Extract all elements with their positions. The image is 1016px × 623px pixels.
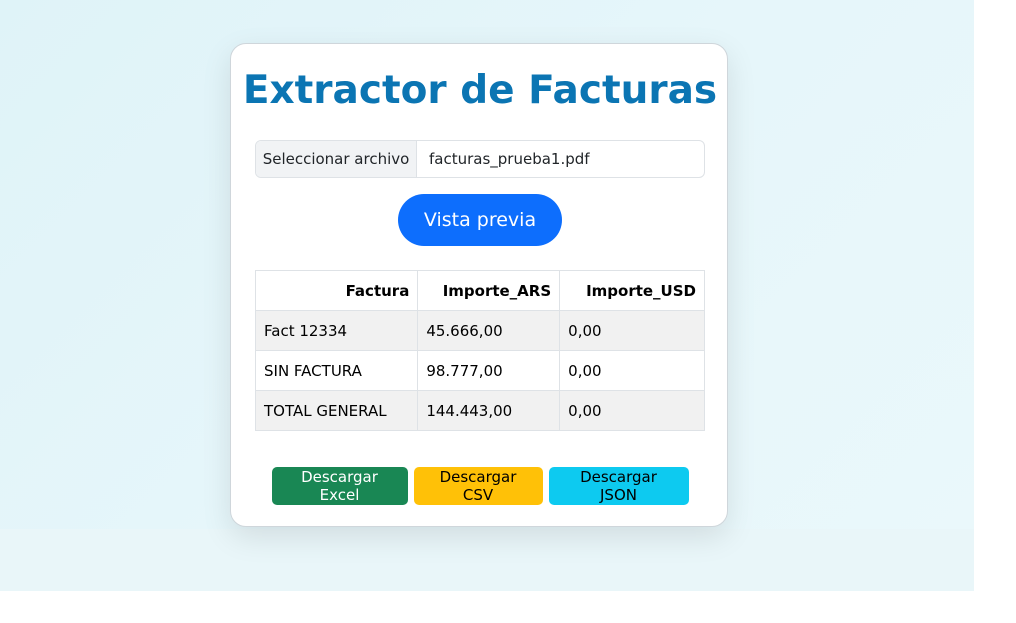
- table-row: SIN FACTURA 98.777,00 0,00: [254, 350, 705, 391]
- table-row-total: TOTAL GENERAL 144.443,00 0,00: [254, 390, 705, 431]
- preview-button[interactable]: Vista previa: [398, 194, 562, 246]
- table-header-row: Factura Importe_ARS Importe_USD: [254, 270, 705, 311]
- select-file-button[interactable]: Seleccionar archivo: [256, 141, 417, 177]
- selected-file-name: facturas_prueba1.pdf: [429, 150, 590, 168]
- download-csv-button[interactable]: Descargar CSV: [413, 467, 543, 505]
- cell-factura: TOTAL GENERAL: [254, 390, 419, 431]
- cell-factura: SIN FACTURA: [254, 350, 419, 391]
- download-actions: Descargar Excel Descargar CSV Descargar …: [231, 467, 729, 505]
- header-importe-usd: Importe_USD: [559, 270, 705, 311]
- table-row: Fact 12334 45.666,00 0,00: [254, 310, 705, 351]
- page-title: Extractor de Facturas: [242, 68, 718, 113]
- page-background-lower: [0, 529, 974, 591]
- cell-importe-usd: 0,00: [559, 310, 705, 351]
- cell-importe-ars: 45.666,00: [417, 310, 561, 351]
- header-importe-ars: Importe_ARS: [417, 270, 561, 311]
- file-input[interactable]: Seleccionar archivo facturas_prueba1.pdf: [255, 140, 705, 178]
- cell-importe-ars: 98.777,00: [417, 350, 561, 391]
- cell-importe-usd: 0,00: [559, 350, 705, 391]
- download-excel-button[interactable]: Descargar Excel: [271, 467, 408, 505]
- header-factura: Factura: [254, 270, 419, 311]
- extractor-card: Extractor de Facturas Seleccionar archiv…: [230, 43, 728, 527]
- cell-importe-ars: 144.443,00: [417, 390, 561, 431]
- invoice-table: Factura Importe_ARS Importe_USD Fact 123…: [254, 270, 705, 431]
- cell-factura: Fact 12334: [254, 310, 419, 351]
- download-json-button[interactable]: Descargar JSON: [548, 467, 689, 505]
- cell-importe-usd: 0,00: [559, 390, 705, 431]
